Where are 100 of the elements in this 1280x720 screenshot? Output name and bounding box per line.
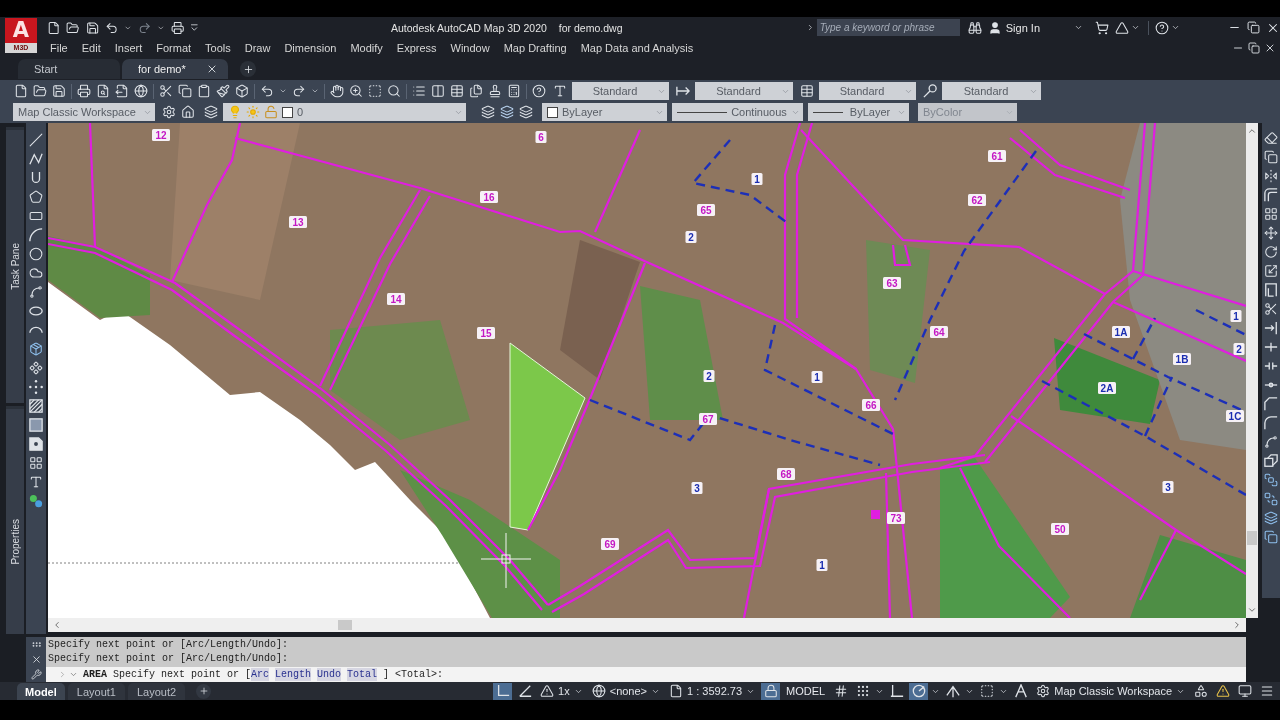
- menu-item[interactable]: File: [50, 41, 68, 54]
- menu-item[interactable]: Express: [396, 41, 437, 54]
- table-icon[interactable]: [800, 84, 814, 98]
- cloud-icon[interactable]: [29, 266, 43, 280]
- scrollbar-thumb[interactable]: [338, 620, 352, 630]
- redo-icon[interactable]: [138, 20, 152, 35]
- linetype-dropdown[interactable]: Continuous: [672, 103, 803, 121]
- cross-icon[interactable]: [1264, 340, 1278, 354]
- undo-icon[interactable]: [105, 20, 119, 35]
- globe-icon[interactable]: [134, 84, 148, 98]
- pentagon-icon[interactable]: [29, 190, 43, 204]
- warning-triangle-icon[interactable]: [540, 684, 555, 698]
- caret-icon[interactable]: [311, 87, 319, 95]
- menu-item[interactable]: Window: [450, 41, 490, 54]
- scroll-down-icon[interactable]: [1247, 605, 1257, 615]
- wrench-icon[interactable]: [30, 669, 42, 680]
- arrow-to-bar-icon[interactable]: [676, 84, 690, 98]
- stamp-icon[interactable]: [488, 84, 502, 98]
- layer-stack-icon[interactable]: [519, 105, 533, 119]
- box-icon[interactable]: [235, 84, 249, 98]
- caret-icon[interactable]: [279, 87, 287, 95]
- close-icon[interactable]: [30, 654, 42, 665]
- hatch-icon[interactable]: [29, 399, 43, 413]
- columns-icon[interactable]: [431, 84, 445, 98]
- coordinate-system-dropdown[interactable]: <none>: [588, 682, 664, 700]
- workspace-dropdown[interactable]: Map Classic Workspace: [13, 103, 155, 121]
- grid-squares-icon[interactable]: [1264, 207, 1278, 221]
- spline-icon[interactable]: [29, 285, 43, 299]
- print-icon[interactable]: [77, 84, 91, 98]
- menu-item[interactable]: Map Drafting: [503, 41, 567, 54]
- file-arrow-icon[interactable]: [115, 84, 129, 98]
- undo-icon[interactable]: [260, 84, 274, 98]
- gear-icon[interactable]: [162, 105, 176, 119]
- caret-icon[interactable]: [124, 23, 133, 32]
- cart-icon[interactable]: [1095, 20, 1109, 35]
- u-curve-icon[interactable]: [29, 171, 43, 185]
- menu-item[interactable]: Modify: [350, 41, 383, 54]
- paintbrush-icon[interactable]: [216, 84, 230, 98]
- command-option[interactable]: Length: [275, 668, 312, 681]
- scrollbar-thumb[interactable]: [1247, 531, 1257, 545]
- box-icon[interactable]: [29, 342, 43, 356]
- table-icon[interactable]: [450, 84, 464, 98]
- sign-in-link[interactable]: Sign In: [1005, 21, 1040, 34]
- close-icon[interactable]: [206, 63, 218, 75]
- scissors-icon[interactable]: [1264, 302, 1278, 316]
- copy-icon[interactable]: [178, 84, 192, 98]
- file-search-icon[interactable]: [96, 84, 110, 98]
- restore-icon[interactable]: [1247, 21, 1260, 34]
- caret-icon[interactable]: [1171, 23, 1180, 32]
- circle-leader-icon[interactable]: [923, 84, 937, 98]
- dimension-style-dropdown[interactable]: Standard: [695, 82, 793, 100]
- bevel-corner-icon[interactable]: [1264, 397, 1278, 411]
- grip-dots-icon[interactable]: [30, 639, 42, 650]
- two-circles-icon[interactable]: [29, 494, 43, 508]
- lineweight-dropdown[interactable]: ByLayer: [808, 103, 909, 121]
- save-icon[interactable]: [52, 84, 66, 98]
- hand-icon[interactable]: [330, 84, 344, 98]
- scissors-icon[interactable]: [159, 84, 173, 98]
- document-tab[interactable]: Start: [18, 59, 120, 79]
- ellipse-icon[interactable]: [29, 304, 43, 318]
- house-icon[interactable]: [181, 105, 195, 119]
- print-icon[interactable]: [171, 20, 185, 35]
- new-file-icon[interactable]: [47, 20, 61, 35]
- customize-caret-icon[interactable]: [190, 23, 200, 32]
- stacked-squares-icon[interactable]: [1264, 530, 1278, 544]
- calculator-icon[interactable]: [507, 84, 521, 98]
- table-style-dropdown[interactable]: Standard: [819, 82, 916, 100]
- eraser-icon[interactable]: [1264, 131, 1278, 145]
- copy-icon[interactable]: [1264, 150, 1278, 164]
- binoculars-icon[interactable]: [967, 20, 982, 35]
- menu-item[interactable]: Map Data and Analysis: [580, 41, 694, 54]
- restore-icon[interactable]: [1248, 41, 1260, 54]
- polyline-icon[interactable]: [29, 152, 43, 166]
- grid-squares-icon[interactable]: [29, 456, 43, 470]
- caret-icon[interactable]: [157, 23, 166, 32]
- layer-dropdown[interactable]: 0: [223, 103, 466, 121]
- palette-title[interactable]: Properties: [9, 518, 21, 565]
- layout-tab[interactable]: Model: [17, 683, 65, 700]
- workspace-dropdown[interactable]: Map Classic Workspace: [1033, 682, 1188, 700]
- flip-triangles-icon[interactable]: [1264, 169, 1278, 183]
- arrow-to-line-icon[interactable]: [1264, 321, 1278, 335]
- rotate-icon[interactable]: [1264, 245, 1278, 259]
- horizontal-scrollbar[interactable]: [48, 618, 1246, 632]
- linked-squares-icon[interactable]: [1264, 473, 1278, 487]
- viewport-scale-dropdown[interactable]: 1 : 3592.73: [666, 682, 759, 700]
- zoom-in-icon[interactable]: [349, 84, 363, 98]
- drawing-canvas[interactable]: 12 6 61 1 16 62 65 13 2 63 14 1 15 64 1A 2 1B 2 1 2A 66 67 1C 68 3 3 73 50 69 1: [48, 123, 1246, 618]
- layout-tab[interactable]: Layout2: [127, 683, 186, 700]
- help-icon[interactable]: [1155, 20, 1169, 35]
- scroll-up-icon[interactable]: [1247, 126, 1257, 136]
- page-icon[interactable]: [669, 684, 684, 698]
- command-option[interactable]: Total: [347, 668, 378, 681]
- menu-item[interactable]: Insert: [114, 41, 143, 54]
- save-icon[interactable]: [85, 20, 100, 35]
- line-icon[interactable]: [29, 133, 43, 147]
- files-icon[interactable]: [469, 84, 483, 98]
- help-icon[interactable]: [532, 84, 546, 98]
- letter-t-icon[interactable]: [29, 475, 43, 489]
- list-icon[interactable]: [412, 84, 426, 98]
- dashed-square-icon[interactable]: [368, 84, 382, 98]
